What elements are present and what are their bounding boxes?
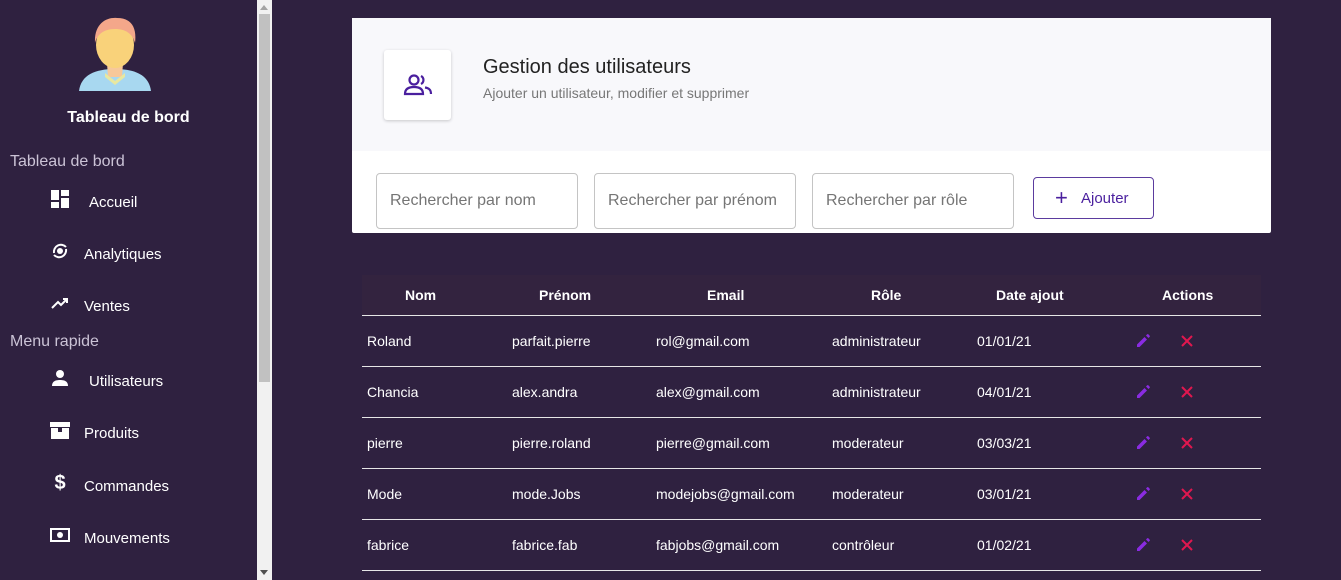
- cell-date: 04/01/21: [977, 384, 1032, 400]
- cell-prenom: pierre.roland: [512, 435, 591, 451]
- cell-date: 03/03/21: [977, 435, 1032, 451]
- cell-nom: Chancia: [367, 384, 419, 400]
- sidebar-item-analytiques[interactable]: Analytiques: [40, 240, 240, 276]
- delete-icon[interactable]: [1178, 332, 1196, 350]
- search-by-firstname-input[interactable]: [594, 173, 796, 229]
- storefront-icon: [49, 419, 71, 441]
- table-row: Roland parfait.pierre rol@gmail.com admi…: [362, 316, 1261, 367]
- cell-date: 01/02/21: [977, 537, 1032, 553]
- cell-prenom: mode.Jobs: [512, 486, 581, 502]
- cell-role: moderateur: [832, 486, 904, 502]
- edit-icon[interactable]: [1134, 536, 1152, 554]
- sidebar-item-label: Analytiques: [84, 246, 162, 263]
- sidebar-item-produits[interactable]: Produits: [40, 419, 240, 455]
- dollar-icon: $: [54, 471, 66, 494]
- page-title: Gestion des utilisateurs: [483, 56, 691, 78]
- trending-up-icon: [49, 292, 71, 314]
- person-icon: [49, 367, 71, 389]
- edit-icon[interactable]: [1134, 383, 1152, 401]
- users-table: Nom Prénom Email Rôle Date ajout Actions…: [362, 275, 1261, 571]
- avatar-icon: [79, 17, 151, 91]
- sidebar-item-accueil[interactable]: Accueil: [40, 188, 240, 224]
- cell-nom: Mode: [367, 486, 403, 502]
- edit-icon[interactable]: [1134, 434, 1152, 452]
- sidebar-scrollbar[interactable]: [257, 0, 272, 580]
- sidebar-item-ventes[interactable]: Ventes: [40, 292, 240, 328]
- column-header-email[interactable]: Email: [707, 287, 744, 303]
- sidebar-item-label: Accueil: [89, 194, 138, 211]
- table-row: pierre pierre.roland pierre@gmail.com mo…: [362, 418, 1261, 469]
- money-icon: [49, 524, 71, 546]
- sidebar-item-utilisateurs[interactable]: Utilisateurs: [40, 367, 240, 403]
- cell-email: modejobs@gmail.com: [656, 486, 795, 502]
- table-row: Chancia alex.andra alex@gmail.com admini…: [362, 367, 1261, 418]
- cell-nom: pierre: [367, 435, 403, 451]
- cell-role: administrateur: [832, 333, 921, 349]
- sidebar-item-label: Ventes: [84, 298, 130, 315]
- table-header: Nom Prénom Email Rôle Date ajout Actions: [362, 275, 1261, 316]
- section-label-quick-menu: Menu rapide: [10, 333, 99, 350]
- cell-date: 01/01/21: [977, 333, 1032, 349]
- sidebar-item-commandes[interactable]: $ Commandes: [40, 472, 240, 508]
- sidebar-item-mouvements[interactable]: Mouvements: [40, 524, 240, 560]
- search-by-role-input[interactable]: [812, 173, 1014, 229]
- column-header-nom[interactable]: Nom: [405, 287, 436, 303]
- delete-icon[interactable]: [1178, 383, 1196, 401]
- delete-icon[interactable]: [1178, 536, 1196, 554]
- search-by-name-input[interactable]: [376, 173, 578, 229]
- cell-email: alex@gmail.com: [656, 384, 760, 400]
- sidebar-item-label: Produits: [84, 425, 140, 442]
- dashboard-icon: [49, 188, 71, 210]
- edit-icon[interactable]: [1134, 332, 1152, 350]
- cell-date: 03/01/21: [977, 486, 1032, 502]
- page-subtitle: Ajouter un utilisateur, modifier et supp…: [483, 85, 750, 101]
- sidebar: Tableau de bord Tableau de bord Accueil …: [0, 0, 257, 580]
- cell-email: rol@gmail.com: [656, 333, 750, 349]
- card-header: Gestion des utilisateurs Ajouter un util…: [352, 18, 1271, 151]
- sidebar-item-label: Commandes: [84, 478, 170, 495]
- cell-role: moderateur: [832, 435, 904, 451]
- add-user-button[interactable]: + Ajouter: [1033, 177, 1154, 219]
- edit-icon[interactable]: [1134, 485, 1152, 503]
- scroll-up-arrow-icon[interactable]: [260, 5, 268, 10]
- add-button-label: Ajouter: [1081, 190, 1129, 207]
- plus-icon: +: [1055, 185, 1068, 210]
- cell-nom: fabrice: [367, 537, 410, 553]
- cell-prenom: alex.andra: [512, 384, 578, 400]
- scrollbar-thumb[interactable]: [259, 14, 270, 382]
- sidebar-item-label: Utilisateurs: [89, 373, 164, 390]
- cell-prenom: fabrice.fab: [512, 537, 578, 553]
- group-icon: [403, 74, 432, 96]
- cell-email: pierre@gmail.com: [656, 435, 770, 451]
- column-header-prenom[interactable]: Prénom: [539, 287, 591, 303]
- column-header-date[interactable]: Date ajout: [996, 287, 1064, 303]
- delete-icon[interactable]: [1178, 434, 1196, 452]
- scroll-down-arrow-icon[interactable]: [260, 570, 268, 575]
- column-header-actions: Actions: [1162, 287, 1214, 303]
- cell-role: contrôleur: [832, 537, 895, 553]
- cell-nom: Roland: [367, 333, 412, 349]
- cell-email: fabjobs@gmail.com: [656, 537, 780, 553]
- user-management-card: Gestion des utilisateurs Ajouter un util…: [352, 18, 1271, 233]
- column-header-role[interactable]: Rôle: [871, 287, 901, 303]
- sidebar-item-label: Mouvements: [84, 530, 170, 547]
- header-icon-box: [384, 50, 451, 120]
- section-label-dashboard: Tableau de bord: [10, 153, 125, 170]
- table-row: fabrice fabrice.fab fabjobs@gmail.com co…: [362, 520, 1261, 571]
- cell-prenom: parfait.pierre: [512, 333, 591, 349]
- table-row: Mode mode.Jobs modejobs@gmail.com modera…: [362, 469, 1261, 520]
- delete-icon[interactable]: [1178, 485, 1196, 503]
- cell-role: administrateur: [832, 384, 921, 400]
- sidebar-brand-title: Tableau de bord: [67, 109, 190, 126]
- analytics-icon: [49, 240, 71, 262]
